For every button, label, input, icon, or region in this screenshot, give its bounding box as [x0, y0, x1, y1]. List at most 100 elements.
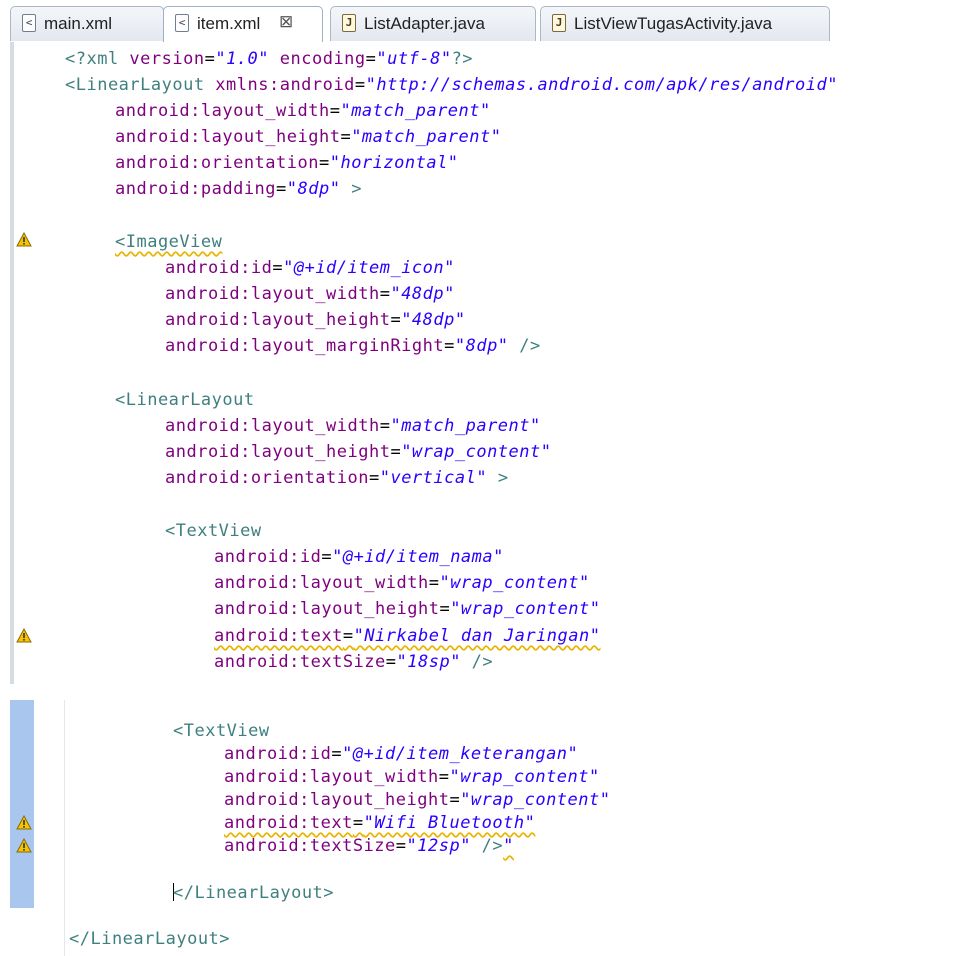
xml-attribute: android:id [165, 258, 273, 278]
xml-attribute: android:layout_width [224, 767, 439, 787]
equals-sign: = [204, 49, 216, 69]
xml-tag: <TextView [173, 721, 270, 741]
xml-value: "horizontal" [329, 153, 459, 173]
code-line[interactable]: <?xml version="1.0" encoding="utf-8"?> [65, 48, 473, 70]
tab-label: item.xml [197, 14, 261, 33]
xml-attribute: android:padding [115, 179, 277, 199]
xml-attribute: android:textSize [214, 652, 386, 672]
warning-icon[interactable] [16, 838, 32, 853]
code-line[interactable]: android:layout_width="match_parent" [165, 415, 541, 437]
xml-attribute: android:layout_width [165, 284, 380, 304]
xml-tag: <ImageView [115, 232, 223, 252]
code-editor-pane[interactable]: <?xml version="1.0" encoding="utf-8"?> <… [0, 42, 974, 684]
tab-listview-tugas-activity-java[interactable]: J ListViewTugasActivity.java [540, 6, 830, 41]
equals-sign: = [354, 75, 366, 95]
xml-declaration: <?xml [65, 49, 130, 69]
xml-file-icon: < [175, 14, 189, 32]
code-line[interactable]: android:layout_height="wrap_content" [224, 789, 610, 811]
xml-value: "8dp" [286, 179, 341, 199]
code-line[interactable]: android:layout_height="48dp" [165, 309, 466, 331]
xml-value: "Nirkabel dan Jaringan" [353, 626, 601, 646]
code-line[interactable]: android:layout_height="match_parent" [115, 126, 501, 148]
xml-attribute: android:layout_marginRight [165, 336, 445, 356]
vertical-ruler [10, 42, 14, 684]
code-line[interactable]: <ImageView [115, 231, 222, 253]
code-line[interactable]: <TextView [173, 720, 270, 742]
equals-sign: = [321, 547, 333, 567]
code-line[interactable]: android:orientation="horizontal" [115, 152, 459, 174]
close-icon[interactable]: ⊠ [279, 12, 293, 32]
xml-attribute: android:layout_height [224, 790, 450, 810]
tab-label: ListViewTugasActivity.java [574, 14, 773, 33]
equals-sign: = [449, 790, 461, 810]
code-line[interactable]: <LinearLayout [115, 389, 255, 411]
xml-value: "wrap_content" [401, 442, 552, 462]
equals-sign: = [428, 573, 440, 593]
xml-attribute: android:layout_height [165, 310, 391, 330]
tab-item-xml[interactable]: < item.xml ⊠ [163, 6, 323, 43]
warning-icon[interactable] [16, 628, 32, 643]
code-line[interactable]: android:layout_height="wrap_content" [214, 598, 600, 620]
code-line[interactable]: android:layout_width="wrap_content" [224, 766, 600, 788]
xml-value: "48dp" [390, 284, 455, 304]
xml-attribute: android:textSize [224, 836, 396, 856]
code-line[interactable]: android:id="@+id/item_nama" [214, 546, 504, 568]
code-line[interactable]: android:text="Wifi Bluetooth" [224, 812, 535, 834]
equals-sign: = [390, 310, 402, 330]
xml-value: "utf-8" [376, 49, 452, 69]
code-line[interactable]: android:textSize="18sp" /> [214, 651, 493, 673]
xml-value: "http://schemas.android.com/apk/res/andr… [365, 75, 838, 95]
code-line[interactable]: android:text="Nirkabel dan Jaringan" [214, 625, 600, 647]
xml-value: "match_parent" [351, 127, 502, 147]
equals-sign: = [439, 599, 451, 619]
code-line[interactable]: </LinearLayout> [69, 928, 230, 950]
code-line[interactable]: <LinearLayout xmlns:android="http://sche… [65, 74, 838, 96]
code-line[interactable]: </LinearLayout> [173, 882, 334, 904]
equals-sign: = [368, 468, 380, 488]
xml-attribute: android:text [224, 813, 353, 833]
xml-value: "1.0" [215, 49, 270, 69]
code-line[interactable]: <TextView [165, 520, 262, 542]
code-line[interactable]: android:id="@+id/item_keterangan" [224, 743, 578, 765]
code-line[interactable]: android:layout_width="wrap_content" [214, 572, 590, 594]
xml-value: "18sp" [396, 652, 461, 672]
tab-list-adapter-java[interactable]: J ListAdapter.java [330, 6, 536, 41]
xml-attribute: android:id [224, 744, 332, 764]
code-editor-pane[interactable]: <TextView android:id="@+id/item_keterang… [0, 700, 974, 956]
xml-value: "wrap_content" [460, 790, 611, 810]
tab-main-xml[interactable]: < main.xml [10, 6, 164, 41]
xml-tag-end: /> [508, 336, 541, 356]
xml-attribute: android:id [214, 547, 322, 567]
xml-value: "@+id/item_nama" [332, 547, 504, 567]
xml-value: "wrap_content" [439, 573, 590, 593]
xml-value: "Wifi Bluetooth" [363, 813, 536, 833]
equals-sign: = [390, 442, 402, 462]
code-line[interactable]: android:layout_width="48dp" [165, 283, 455, 305]
xml-tag-end: > [340, 179, 362, 199]
xml-tag: </LinearLayout> [69, 929, 231, 949]
xml-value: "match_parent" [390, 416, 541, 436]
xml-attribute: android:layout_width [165, 416, 380, 436]
xml-attribute: encoding [279, 49, 366, 69]
xml-attribute: xmlns:android [215, 75, 355, 95]
warning-icon[interactable] [16, 815, 32, 830]
code-line[interactable]: android:layout_width="match_parent" [115, 100, 491, 122]
tab-label: ListAdapter.java [364, 14, 485, 33]
code-line[interactable]: android:layout_height="wrap_content" [165, 441, 551, 463]
java-file-icon: J [552, 14, 566, 32]
xml-value: "@+id/item_icon" [283, 258, 455, 278]
code-line[interactable]: android:orientation="vertical" > [165, 467, 509, 489]
warning-icon[interactable] [16, 232, 32, 247]
xml-attribute: android:layout_height [115, 127, 341, 147]
code-line[interactable]: android:layout_marginRight="8dp" /> [165, 335, 541, 357]
indent-guide [64, 700, 65, 956]
code-line[interactable]: android:textSize="12sp" />" [224, 835, 514, 857]
xml-value: "8dp" [454, 336, 509, 356]
xml-file-icon: < [22, 14, 36, 32]
equals-sign: = [276, 179, 287, 199]
tab-label: main.xml [44, 14, 113, 33]
code-line[interactable]: android:id="@+id/item_icon" [165, 257, 455, 279]
xml-attribute: android:layout_width [214, 573, 429, 593]
code-line[interactable]: android:padding="8dp" > [115, 178, 362, 200]
